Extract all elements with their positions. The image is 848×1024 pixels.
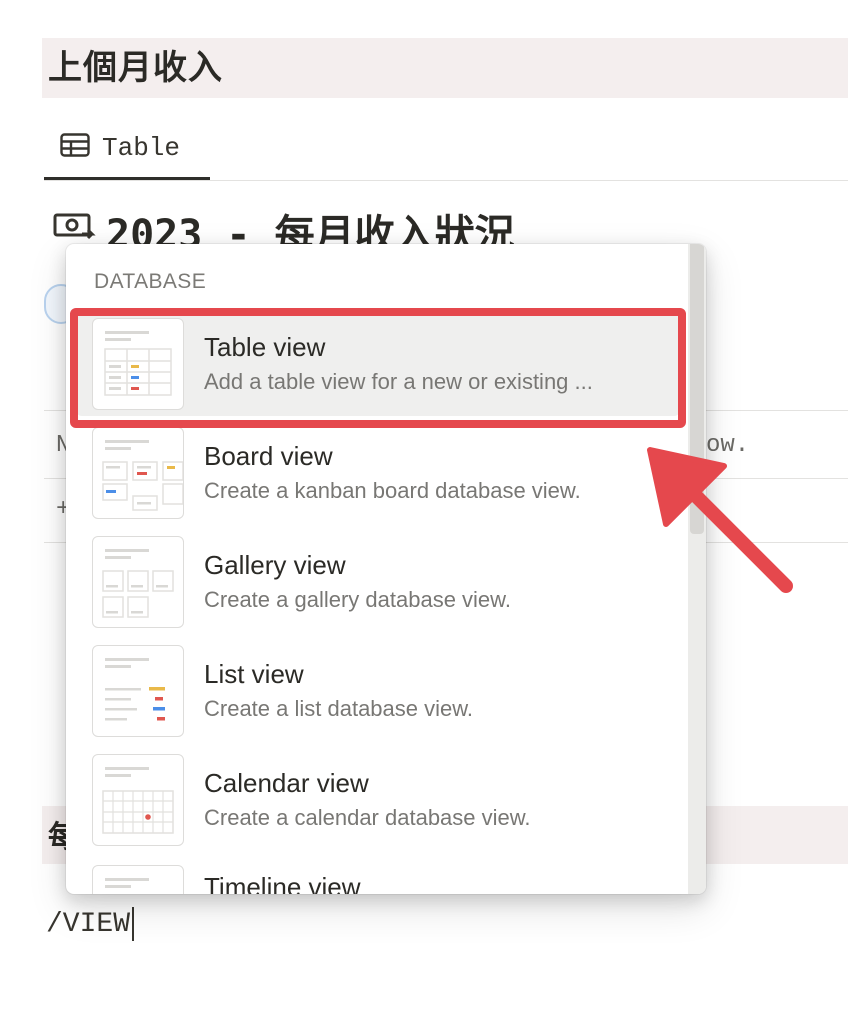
menu-item-description: Create a list database view. (204, 696, 474, 721)
menu-item-title: Gallery view (204, 550, 346, 580)
tab-label: Table (102, 132, 181, 163)
section-label: DATABASE (94, 270, 207, 293)
slash-command-input[interactable]: /VIEW (46, 904, 135, 944)
menu-item-board-view[interactable]: Board view Create a kanban board databas… (76, 421, 680, 525)
tab-divider (44, 180, 848, 181)
table-icon (60, 133, 90, 162)
calendar-view-icon (92, 754, 184, 846)
page-heading: 上個月收入 (48, 48, 223, 88)
menu-item-timeline-view[interactable]: Timeline view (76, 857, 680, 894)
menu-item-title: List view (204, 659, 304, 689)
gallery-view-icon (92, 536, 184, 628)
menu-item-description: Create a calendar database view. (204, 805, 531, 830)
text-caret (132, 907, 135, 941)
menu-item-calendar-view[interactable]: Calendar view Create a calendar database… (76, 748, 680, 852)
menu-item-gallery-view[interactable]: Gallery view Create a gallery database v… (76, 530, 680, 634)
tab-table[interactable]: Table (44, 118, 210, 180)
menu-item-list-view[interactable]: List view Create a list database view. (76, 639, 680, 743)
arrow-annotation-icon (647, 447, 793, 593)
highlight-box (70, 308, 686, 428)
menu-item-description: Create a kanban board database view. (204, 478, 581, 503)
menu-item-title: Timeline view (204, 872, 361, 894)
menu-item-description: Create a gallery database view. (204, 587, 511, 612)
timeline-view-icon (92, 865, 184, 894)
slash-command-text: /VIEW (46, 908, 131, 940)
board-view-icon (92, 427, 184, 519)
menu-item-title: Board view (204, 441, 333, 471)
menu-item-title: Calendar view (204, 768, 369, 798)
list-view-icon (92, 645, 184, 737)
